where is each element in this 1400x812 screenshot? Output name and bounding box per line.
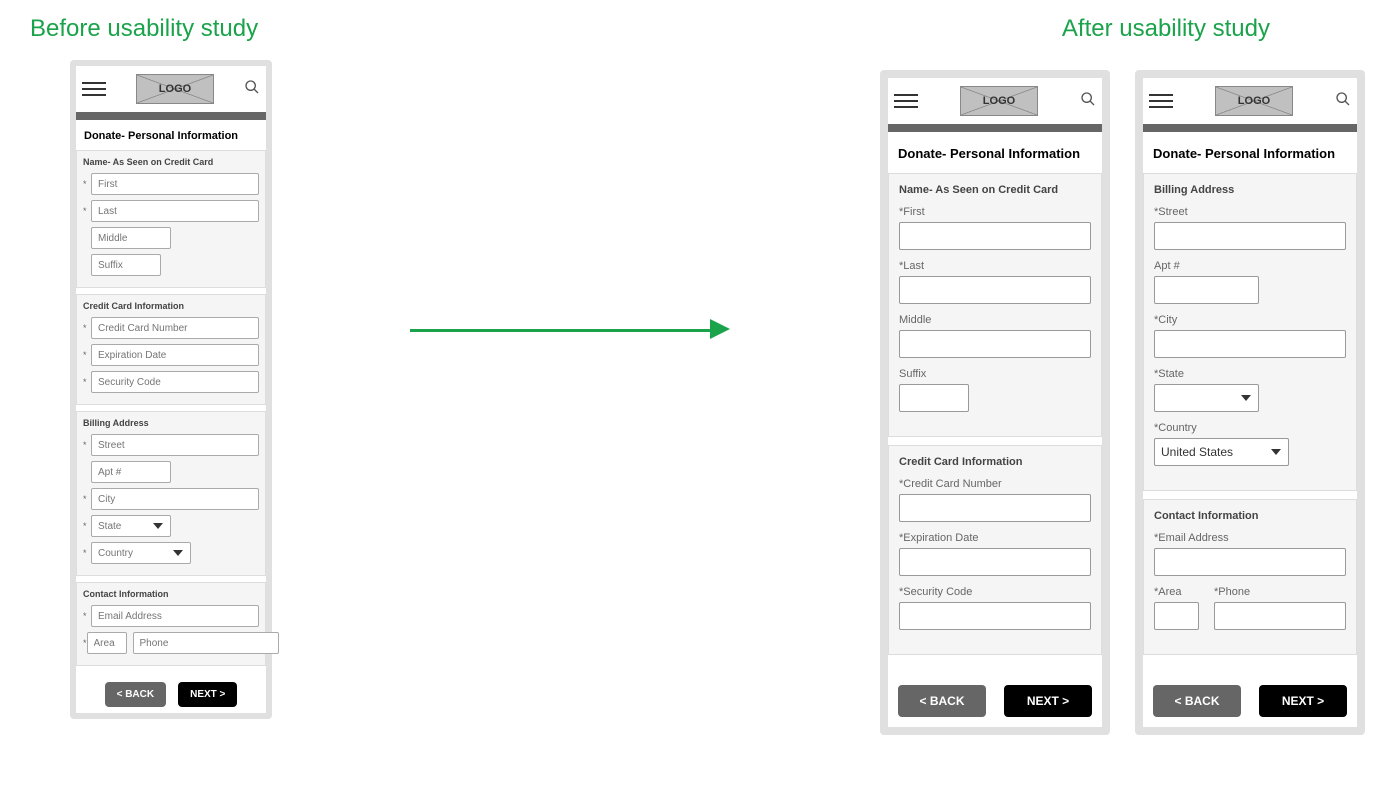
city-label: *City	[1154, 314, 1346, 326]
exp-field[interactable]	[899, 548, 1091, 576]
state-select[interactable]	[1154, 384, 1259, 412]
section-billing: Billing Address *Street Apt # *City *Sta…	[1143, 173, 1357, 491]
email-field[interactable]	[91, 605, 259, 627]
button-row: < BACK NEXT >	[76, 672, 266, 713]
section-title: Billing Address	[83, 418, 259, 428]
last-field[interactable]	[91, 200, 259, 222]
last-field[interactable]	[899, 276, 1091, 304]
first-field[interactable]	[91, 173, 259, 195]
street-field[interactable]	[1154, 222, 1346, 250]
back-button[interactable]: < BACK	[898, 685, 986, 717]
middle-label: Middle	[899, 314, 1091, 326]
hamburger-icon[interactable]	[1149, 94, 1173, 108]
section-title: Credit Card Information	[83, 301, 259, 311]
section-name: Name- As Seen on Credit Card * *	[76, 150, 266, 288]
section-title: Billing Address	[1154, 184, 1346, 196]
area-field[interactable]	[87, 632, 127, 654]
sec-field[interactable]	[91, 371, 259, 393]
section-title: Name- As Seen on Credit Card	[899, 184, 1091, 196]
next-button[interactable]: NEXT >	[1004, 685, 1092, 717]
button-row: < BACK NEXT >	[1143, 663, 1357, 727]
section-title: Credit Card Information	[899, 456, 1091, 468]
section-billing: Billing Address * * * *	[76, 411, 266, 576]
title-after: After usability study	[1062, 15, 1270, 43]
phone-field[interactable]	[1214, 602, 1346, 630]
hamburger-icon[interactable]	[894, 94, 918, 108]
sec-label: *Security Code	[899, 586, 1091, 598]
app-bar: LOGO	[888, 78, 1102, 124]
search-icon[interactable]	[1335, 91, 1351, 112]
email-label: *Email Address	[1154, 532, 1346, 544]
logo[interactable]: LOGO	[136, 74, 214, 104]
mockup-after-2: LOGO Donate- Personal Information Billin…	[1135, 70, 1365, 735]
button-row: < BACK NEXT >	[888, 663, 1102, 727]
logo[interactable]: LOGO	[1215, 86, 1293, 116]
arrow	[410, 320, 730, 340]
first-field[interactable]	[899, 222, 1091, 250]
page-title: Donate- Personal Information	[888, 132, 1102, 173]
title-before: Before usability study	[30, 15, 258, 43]
state-select[interactable]	[91, 515, 171, 537]
hamburger-icon[interactable]	[82, 82, 106, 96]
state-label: *State	[1154, 368, 1346, 380]
section-title: Contact Information	[1154, 510, 1346, 522]
exp-field[interactable]	[91, 344, 259, 366]
section-title: Name- As Seen on Credit Card	[83, 157, 259, 167]
section-name: Name- As Seen on Credit Card *First *Las…	[888, 173, 1102, 437]
search-icon[interactable]	[244, 79, 260, 100]
exp-label: *Expiration Date	[899, 532, 1091, 544]
next-button[interactable]: NEXT >	[1259, 685, 1347, 717]
email-field[interactable]	[1154, 548, 1346, 576]
back-button[interactable]: < BACK	[1153, 685, 1241, 717]
search-icon[interactable]	[1080, 91, 1096, 112]
back-button[interactable]: < BACK	[105, 682, 167, 707]
phone-label: *Phone	[1214, 586, 1346, 598]
last-label: *Last	[899, 260, 1091, 272]
middle-field[interactable]	[899, 330, 1091, 358]
apt-field[interactable]	[1154, 276, 1259, 304]
divider-bar	[1143, 124, 1357, 132]
section-card: Credit Card Information *Credit Card Num…	[888, 445, 1102, 655]
country-select[interactable]	[91, 542, 191, 564]
sec-field[interactable]	[899, 602, 1091, 630]
city-field[interactable]	[1154, 330, 1346, 358]
section-title: Contact Information	[83, 589, 259, 599]
area-field[interactable]	[1154, 602, 1199, 630]
country-label: *Country	[1154, 422, 1346, 434]
app-bar: LOGO	[76, 66, 266, 112]
country-select[interactable]	[1154, 438, 1289, 466]
ccn-field[interactable]	[899, 494, 1091, 522]
suffix-field[interactable]	[899, 384, 969, 412]
next-button[interactable]: NEXT >	[178, 682, 237, 707]
logo[interactable]: LOGO	[960, 86, 1038, 116]
ccn-field[interactable]	[91, 317, 259, 339]
suffix-label: Suffix	[899, 368, 1091, 380]
app-bar: LOGO	[1143, 78, 1357, 124]
street-field[interactable]	[91, 434, 259, 456]
section-contact: Contact Information * *	[76, 582, 266, 666]
section-contact: Contact Information *Email Address *Area…	[1143, 499, 1357, 655]
section-card: Credit Card Information * * *	[76, 294, 266, 405]
area-label: *Area	[1154, 586, 1204, 598]
city-field[interactable]	[91, 488, 259, 510]
apt-field[interactable]	[91, 461, 171, 483]
page-title: Donate- Personal Information	[76, 120, 266, 150]
divider-bar	[76, 112, 266, 120]
mockup-after-1: LOGO Donate- Personal Information Name- …	[880, 70, 1110, 735]
phone-field[interactable]	[133, 632, 279, 654]
apt-label: Apt #	[1154, 260, 1346, 272]
street-label: *Street	[1154, 206, 1346, 218]
ccn-label: *Credit Card Number	[899, 478, 1091, 490]
suffix-field[interactable]	[91, 254, 161, 276]
divider-bar	[888, 124, 1102, 132]
middle-field[interactable]	[91, 227, 171, 249]
mockup-before: LOGO Donate- Personal Information Name- …	[70, 60, 272, 719]
page-title: Donate- Personal Information	[1143, 132, 1357, 173]
first-label: *First	[899, 206, 1091, 218]
